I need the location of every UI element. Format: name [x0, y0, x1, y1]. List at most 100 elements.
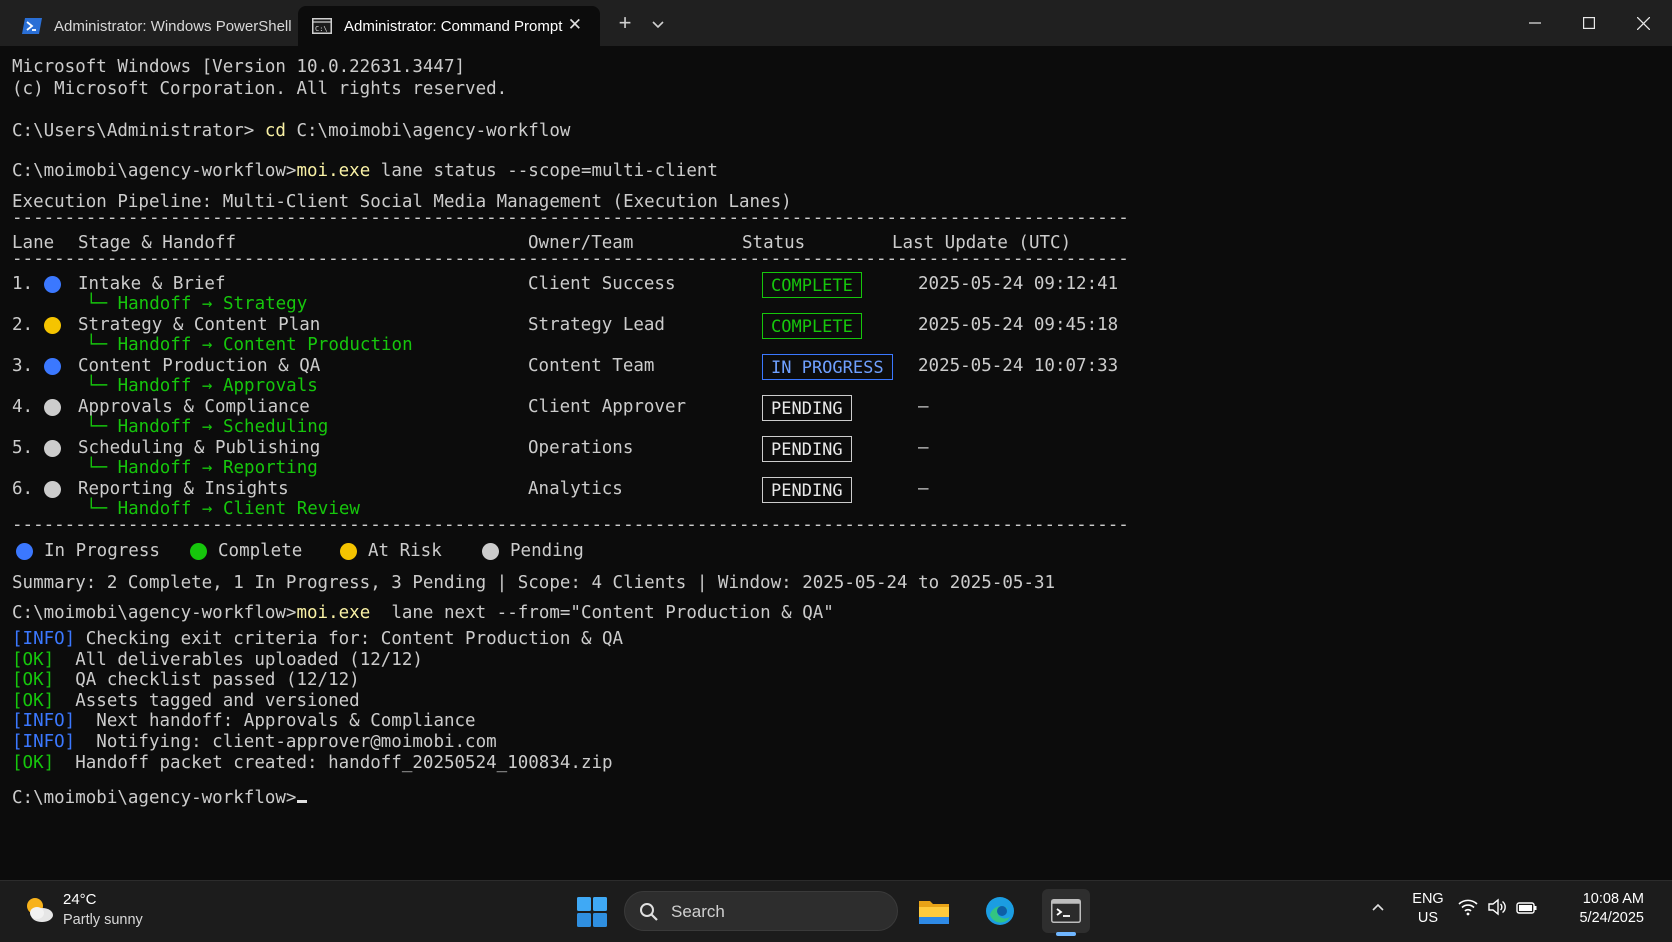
legend-label: At Risk — [368, 541, 442, 561]
taskbar: 24°C Partly sunny Search ENG US 10:08 AM… — [0, 880, 1672, 942]
input-language[interactable]: ENG US — [1408, 890, 1448, 928]
log-tag: [OK] — [12, 650, 55, 670]
command-exe: moi.exe — [296, 161, 371, 181]
log-line: [OK] QA checklist passed (12/12) — [12, 669, 360, 691]
lane-handoff: └─ Handoff → Approvals — [86, 376, 318, 396]
legend-label: Pending — [510, 541, 584, 561]
close-tab-icon[interactable]: ✕ — [568, 15, 582, 35]
powershell-icon — [22, 17, 42, 35]
windows-start-icon[interactable] — [577, 897, 607, 927]
lane-status-badge: COMPLETE — [762, 272, 862, 298]
lane-owner: Client Success — [528, 274, 676, 294]
lane-number: 1. — [12, 274, 34, 294]
lane-status-dot — [44, 276, 61, 293]
lane-number: 5. — [12, 438, 34, 458]
tab-powershell[interactable]: Administrator: Windows PowerShell — [8, 6, 298, 46]
terminal-app-icon[interactable] — [1042, 889, 1090, 933]
lane-handoff: └─ Handoff → Reporting — [86, 458, 318, 478]
search-icon — [639, 902, 659, 922]
lane-last-update: — — [918, 397, 929, 417]
lane-stage: Approvals & Compliance — [78, 397, 310, 417]
active-app-indicator — [1056, 932, 1076, 936]
tab-powershell-label: Administrator: Windows PowerShell — [54, 17, 292, 35]
banner-line-1: Microsoft Windows [Version 10.0.22631.34… — [12, 57, 466, 77]
command-line-next: C:\moimobi\agency-workflow>moi.exe lane … — [12, 602, 834, 624]
lane-last-update: 2025-05-24 09:45:18 — [918, 315, 1119, 335]
lane-status-badge: IN PROGRESS — [762, 354, 893, 380]
lane-stage: Scheduling & Publishing — [78, 438, 321, 458]
file-explorer-icon[interactable] — [910, 889, 958, 933]
lane-number: 3. — [12, 356, 34, 376]
lane-last-update: — — [918, 438, 929, 458]
terminal-output[interactable]: Microsoft Windows [Version 10.0.22631.34… — [12, 54, 1662, 874]
lane-status-badge: PENDING — [762, 395, 852, 421]
region-code: US — [1417, 910, 1439, 926]
log-tag: [INFO] — [12, 629, 76, 649]
lane-status-badge: PENDING — [762, 477, 852, 503]
chevron-up-icon[interactable] — [1370, 899, 1386, 915]
clock-time: 10:08 AM — [1582, 891, 1644, 907]
command-line-status: C:\moimobi\agency-workflow>moi.exe lane … — [12, 160, 718, 182]
command-args: lane status --scope=multi-client — [370, 161, 718, 181]
log-tag: [OK] — [12, 753, 55, 773]
lane-handoff: └─ Handoff → Scheduling — [86, 417, 329, 437]
clock-date: 5/24/2025 — [1579, 910, 1644, 926]
wifi-icon[interactable] — [1458, 898, 1478, 921]
close-window-icon[interactable] — [1616, 0, 1670, 46]
tab-command-prompt-label: Administrator: Command Prompt — [344, 17, 563, 35]
log-line: [OK] Handoff packet created: handoff_202… — [12, 752, 613, 774]
lane-last-update: 2025-05-24 09:12:41 — [918, 274, 1119, 294]
log-text: Notifying: client-approver@moimobi.com — [75, 732, 497, 752]
title-bar: Administrator: Windows PowerShell C:\ Ad… — [0, 0, 1672, 46]
chevron-down-icon[interactable] — [648, 14, 668, 34]
command-exe: moi.exe — [296, 603, 371, 623]
cmd-icon: C:\ — [312, 17, 332, 35]
tab-command-prompt[interactable]: C:\ Administrator: Command Prompt ✕ — [298, 6, 600, 46]
log-text: Checking exit criteria for: Content Prod… — [75, 629, 624, 649]
lane-owner: Strategy Lead — [528, 315, 665, 335]
volume-icon[interactable] — [1488, 898, 1506, 921]
log-line: [OK] Assets tagged and versioned — [12, 690, 360, 712]
prompt: C:\Users\Administrator> — [12, 121, 265, 141]
lane-status-dot — [44, 358, 61, 375]
edge-browser-icon[interactable] — [976, 889, 1024, 933]
prompt: C:\moimobi\agency-workflow> — [12, 788, 297, 808]
partly-sunny-icon[interactable] — [22, 893, 56, 927]
prompt: C:\moimobi\agency-workflow> — [12, 603, 297, 623]
log-line: [INFO] Notifying: client-approver@moimob… — [12, 731, 497, 753]
lane-number: 6. — [12, 479, 34, 499]
battery-icon[interactable] — [1516, 898, 1538, 921]
command-line-cd: C:\Users\Administrator> cd C:\moimobi\ag… — [12, 120, 570, 142]
separator-bottom: ----------------------------------------… — [12, 515, 1129, 535]
log-text: All deliverables uploaded (12/12) — [54, 650, 423, 670]
legend-dot — [340, 543, 357, 560]
lane-owner: Client Approver — [528, 397, 687, 417]
banner-line-2: (c) Microsoft Corporation. All rights re… — [12, 79, 508, 99]
minimize-icon[interactable] — [1508, 0, 1562, 46]
svg-text:C:\: C:\ — [315, 25, 328, 33]
lane-owner: Analytics — [528, 479, 623, 499]
log-text: QA checklist passed (12/12) — [54, 670, 360, 690]
legend-label: In Progress — [44, 541, 160, 561]
lane-stage: Reporting & Insights — [78, 479, 289, 499]
separator-top: ----------------------------------------… — [12, 208, 1129, 228]
lane-handoff: └─ Handoff → Strategy — [86, 294, 308, 314]
lane-stage: Intake & Brief — [78, 274, 226, 294]
lane-stage: Content Production & QA — [78, 356, 321, 376]
legend-dot — [190, 543, 207, 560]
lane-owner: Content Team — [528, 356, 655, 376]
new-tab-button[interactable]: + — [612, 10, 638, 36]
maximize-icon[interactable] — [1562, 0, 1616, 46]
command-line-current[interactable]: C:\moimobi\agency-workflow> — [12, 787, 308, 809]
weather-description[interactable]: Partly sunny — [63, 912, 143, 928]
weather-temperature[interactable]: 24°C — [63, 891, 97, 908]
system-tray[interactable] — [1458, 898, 1538, 921]
prompt: C:\moimobi\agency-workflow> — [12, 161, 297, 181]
log-text: Handoff packet created: handoff_20250524… — [54, 753, 613, 773]
log-line: [OK] All deliverables uploaded (12/12) — [12, 649, 423, 671]
lane-status-badge: COMPLETE — [762, 313, 862, 339]
taskbar-search[interactable]: Search — [624, 891, 898, 931]
taskbar-clock[interactable]: 10:08 AM 5/24/2025 — [1560, 890, 1644, 928]
separator-header: ----------------------------------------… — [12, 249, 1129, 269]
lane-status-dot — [44, 399, 61, 416]
